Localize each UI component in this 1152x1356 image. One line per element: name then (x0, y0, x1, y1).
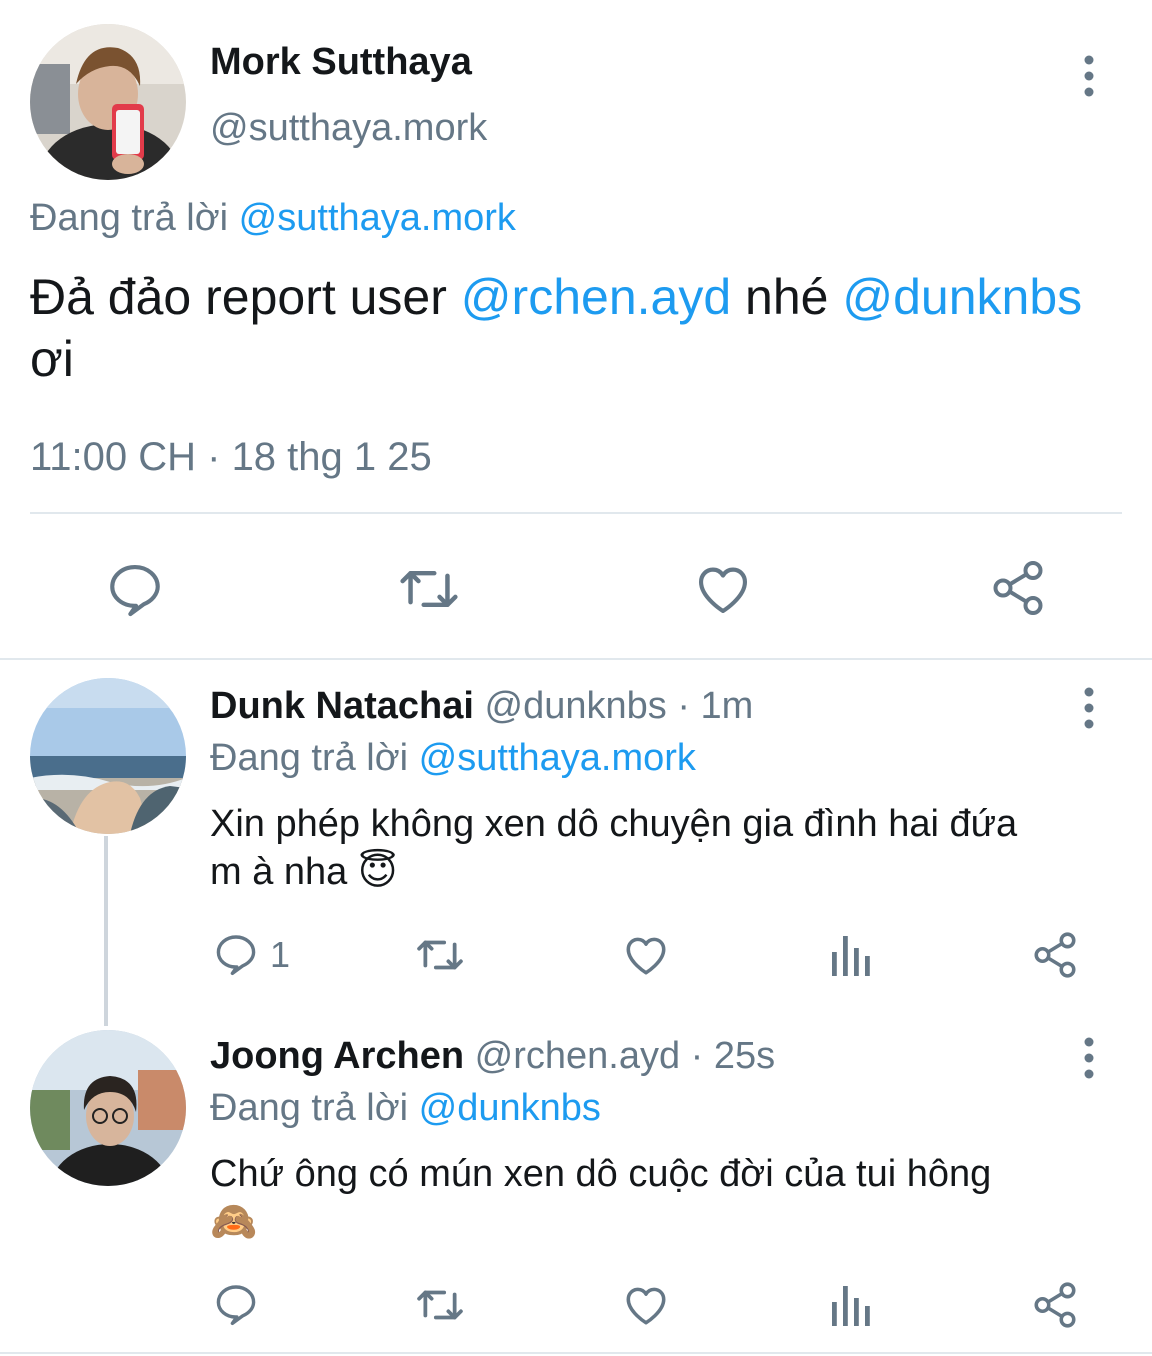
reply-header: Joong Archen @rchen.ayd · 25s (210, 1034, 775, 1078)
views-icon[interactable] (828, 1282, 872, 1326)
reply-count: 1 (270, 934, 291, 975)
reply-time: · 1m (666, 685, 754, 727)
avatar-dunk[interactable] (30, 678, 186, 834)
replying-to-line: Đang trả lời @sutthaya.mork (30, 196, 516, 240)
reply-icon[interactable] (212, 1280, 260, 1328)
author-name[interactable]: Mork Sutthaya (210, 40, 472, 84)
tweet-text-part1: Đả đảo report user (30, 269, 461, 325)
more-icon[interactable] (1074, 686, 1104, 730)
retweet-icon[interactable] (396, 560, 462, 618)
like-icon[interactable] (692, 558, 754, 620)
reply-text-line2: m à nha (210, 851, 358, 893)
replying-prefix: Đang trả lời (210, 1087, 409, 1129)
replying-prefix: Đang trả lời (30, 197, 229, 239)
mention-rchen[interactable]: @rchen.ayd (461, 269, 731, 325)
author-handle[interactable]: @dunknbs (485, 685, 667, 727)
thread-line (104, 836, 108, 1026)
author-handle[interactable]: @rchen.ayd (475, 1035, 680, 1077)
views-icon[interactable] (828, 932, 872, 976)
divider (0, 1352, 1152, 1354)
avatar-joong[interactable] (30, 1030, 186, 1186)
tweet-text: Đả đảo report user @rchen.ayd nhé @dunkn… (30, 266, 1145, 390)
author-name[interactable]: Joong Archen (210, 1035, 464, 1077)
avatar-mork[interactable] (30, 24, 186, 180)
divider (30, 512, 1122, 514)
reply-header: Dunk Natachai @dunknbs · 1m (210, 684, 753, 728)
replying-mention[interactable]: @sutthaya.mork (239, 197, 516, 239)
share-icon[interactable] (1030, 1280, 1080, 1330)
replying-prefix: Đang trả lời (210, 737, 409, 779)
reply-icon[interactable] (104, 558, 166, 620)
replying-mention[interactable]: @sutthaya.mork (419, 737, 696, 779)
replying-mention[interactable]: @dunknbs (419, 1087, 601, 1129)
reply-text: Xin phép không xen dô chuyện gia đình ha… (210, 800, 1140, 896)
reply-icon[interactable] (212, 930, 260, 978)
reply-time: · 25s (680, 1035, 776, 1077)
reply-text: Chứ ông có mún xen dô cuộc đời của tui h… (210, 1150, 1140, 1246)
share-icon[interactable] (1030, 930, 1080, 980)
retweet-icon[interactable] (414, 932, 466, 978)
mention-dunknbs[interactable]: @dunknbs (842, 269, 1082, 325)
like-icon[interactable] (621, 1280, 671, 1330)
reply-text-line1: Xin phép không xen dô chuyện gia đình ha… (210, 803, 1018, 845)
tweet-timestamp[interactable]: 11:00 CH · 18 thg 1 25 (30, 434, 432, 480)
more-icon[interactable] (1074, 54, 1104, 98)
reply-text-line1: Chứ ông có mún xen dô cuộc đời của tui h… (210, 1153, 992, 1195)
author-handle[interactable]: @sutthaya.mork (210, 106, 487, 150)
author-name[interactable]: Dunk Natachai (210, 685, 474, 727)
tweet-text-part3: ơi (30, 331, 74, 387)
replying-to-line: Đang trả lời @dunknbs (210, 1086, 601, 1130)
replying-to-line: Đang trả lời @sutthaya.mork (210, 736, 696, 780)
smiling-halo-emoji: 😇 (357, 851, 398, 893)
see-no-evil-monkey-emoji: 🙈 (210, 1201, 258, 1243)
tweet-text-part2: nhé (731, 269, 843, 325)
divider (0, 658, 1152, 660)
retweet-icon[interactable] (414, 1282, 466, 1328)
more-icon[interactable] (1074, 1036, 1104, 1080)
like-icon[interactable] (621, 930, 671, 980)
share-icon[interactable] (988, 558, 1048, 618)
